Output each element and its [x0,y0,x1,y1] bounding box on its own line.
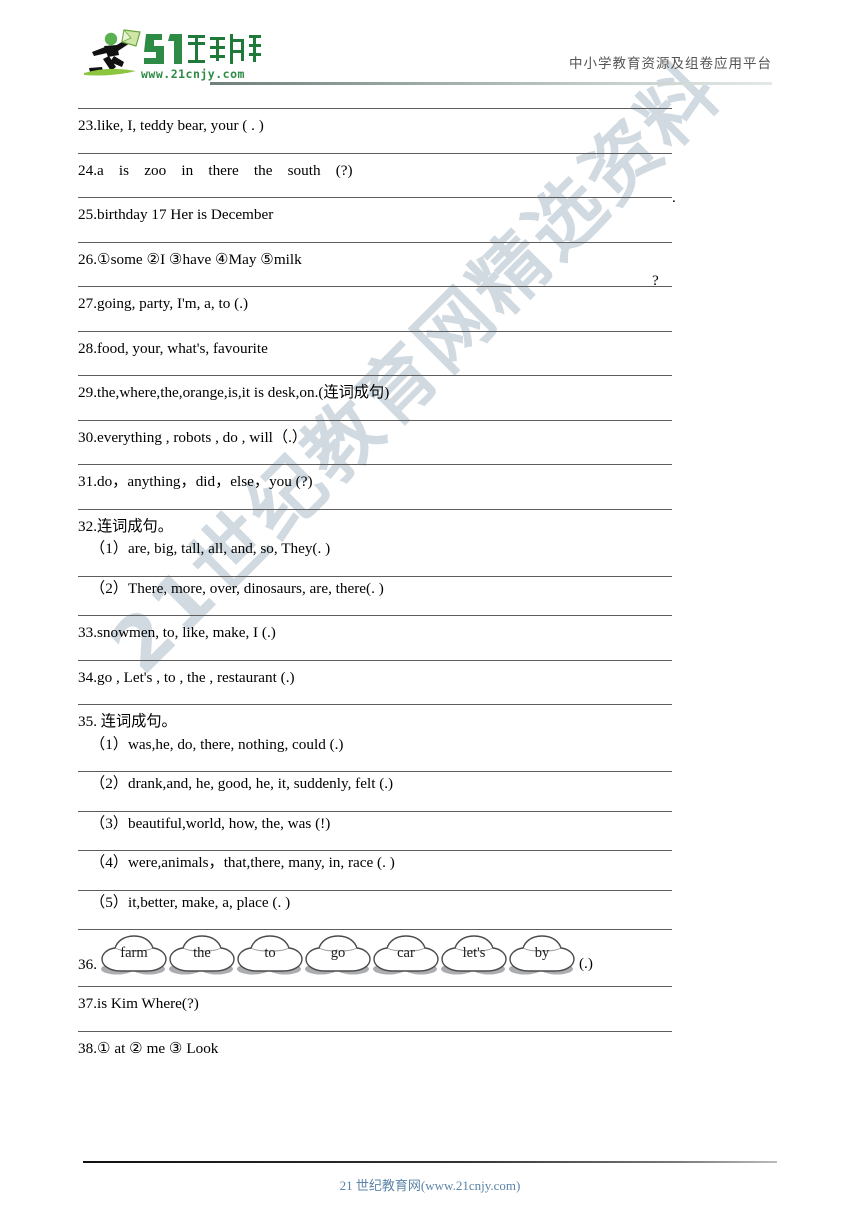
header-tagline: 中小学教育资源及组卷应用平台 [569,56,772,72]
question-block: 26.①some ②I ③have ④May ⑤milk? [78,241,672,289]
word-balloon[interactable]: by [507,934,577,976]
answer-line-endmark: ? [652,271,659,289]
question-text: 37.is Kim Where(?) [78,995,199,1013]
svg-text:www.21cnjy.com: www.21cnjy.com [141,67,245,81]
word-balloon[interactable]: the [167,934,237,976]
question-block: （5）it,better, make, a, place (. ) [78,889,672,930]
running-person-with-book-icon [84,29,141,76]
logo-graphic: www.21cnjy.com [84,29,261,81]
question-text: 26.①some ②I ③have ④May ⑤milk [78,250,302,268]
question-block: 27.going, party, I'm, a, to (.) [78,286,672,331]
question-block: （2）drank,and, he, good, he, it, suddenly… [78,771,672,811]
question-block: （4）were,animals，that,there, many, in, ra… [78,850,672,890]
question-block: 31.do，anything，did，else，you (?) [78,464,672,509]
question-heading: 35. 连词成句。 [78,713,177,731]
question-subitem: （1）are, big, tall, all, and, so, They(. … [90,540,331,558]
logo-brand-cn [188,34,261,64]
question-block: 28.food, your, what's, favourite [78,330,672,376]
footer-text: 21 世纪教育网(www.21cnjy.com) [339,1178,521,1193]
question-endmark: (.) [578,955,593,973]
footer-divider [83,1160,777,1163]
question-heading: 32.连词成句。 [78,517,173,535]
question-subitem: （2）drank,and, he, good, he, it, suddenly… [90,775,394,793]
question-block: 33.snowmen, to, like, make, I (.) [78,615,672,660]
question-subitem: （5）it,better, make, a, place (. ) [90,893,291,911]
logo-url: www.21cnjy.com [141,67,245,81]
question-text: 38.① at ② me ③ Look [78,1039,219,1057]
page-footer: 21 世纪教育网(www.21cnjy.com) [0,1160,860,1194]
question-text: 24.a is zoo in there the south (?) [78,161,353,179]
question-number: 36. [78,956,97,974]
question-subitem: （3）beautiful,world, how, the, was (!) [90,814,331,832]
question-block: 32.连词成句。 （1）are, big, tall, all, and, so,… [78,508,672,616]
question-text: 28.food, your, what's, favourite [78,339,268,357]
question-block: 24.a is zoo in there the south (?) [78,152,672,198]
question-text: 27.going, party, I'm, a, to (.) [78,295,249,313]
question-block: （2）There, more, over, dinosaurs, are, th… [78,575,672,616]
question-list: 23.like, I, teddy bear, your ( . ) 24.a i… [0,108,860,1075]
question-text: 23.like, I, teddy bear, your ( . ) [78,117,264,134]
header-divider [210,82,772,85]
logo-number-21 [144,34,182,64]
question-subitem: （1）was,he, do, there, nothing, could (.) [90,735,344,753]
question-block: 36. farm the to go car let's by (.) [78,929,672,986]
word-balloon[interactable]: farm [99,934,169,976]
question-text: 29.the,where,the,orange,is,it is desk,on… [78,384,390,402]
question-block: 30.everything , robots , do , will（.） [78,419,672,465]
question-block: 38.① at ② me ③ Look [78,1030,672,1076]
question-text: 31.do，anything，did，else，you (?) [78,473,313,491]
question-subitem: （2）There, more, over, dinosaurs, are, th… [90,579,384,597]
question-block: 35. 连词成句。 （1）was,he, do, there, nothing, … [78,704,672,929]
question-text: 33.snowmen, to, like, make, I (.) [78,624,276,642]
question-text: 34.go , Let's , to , the , restaurant (.… [78,668,295,686]
question-block: 25.birthday 17 Her is December. [78,190,676,242]
question-block: 34.go , Let's , to , the , restaurant (.… [78,659,672,705]
page-header: www.21cnjy.com 中小学教育资源及组卷应用平台 [0,0,860,95]
word-balloon[interactable]: let's [439,934,509,976]
question-block: 29.the,where,the,orange,is,it is desk,on… [78,375,672,420]
answer-line-endmark: . [672,189,676,207]
site-logo[interactable]: www.21cnjy.com [78,26,263,82]
word-balloon[interactable]: car [371,934,441,976]
question-subitem: （4）were,animals，that,there, many, in, ra… [90,854,395,872]
question-block: 37.is Kim Where(?) [78,986,672,1031]
word-balloon[interactable]: go [303,934,373,976]
question-block: 23.like, I, teddy bear, your ( . ) [78,108,672,153]
question-text: 30.everything , robots , do , will（.） [78,428,308,446]
balloon-word-row: 36. farm the to go car let's by (.) [78,930,672,986]
question-text: 25.birthday 17 Her is December [78,206,274,224]
question-block: （3）beautiful,world, how, the, was (!) [78,810,672,851]
word-balloon[interactable]: to [235,934,305,976]
